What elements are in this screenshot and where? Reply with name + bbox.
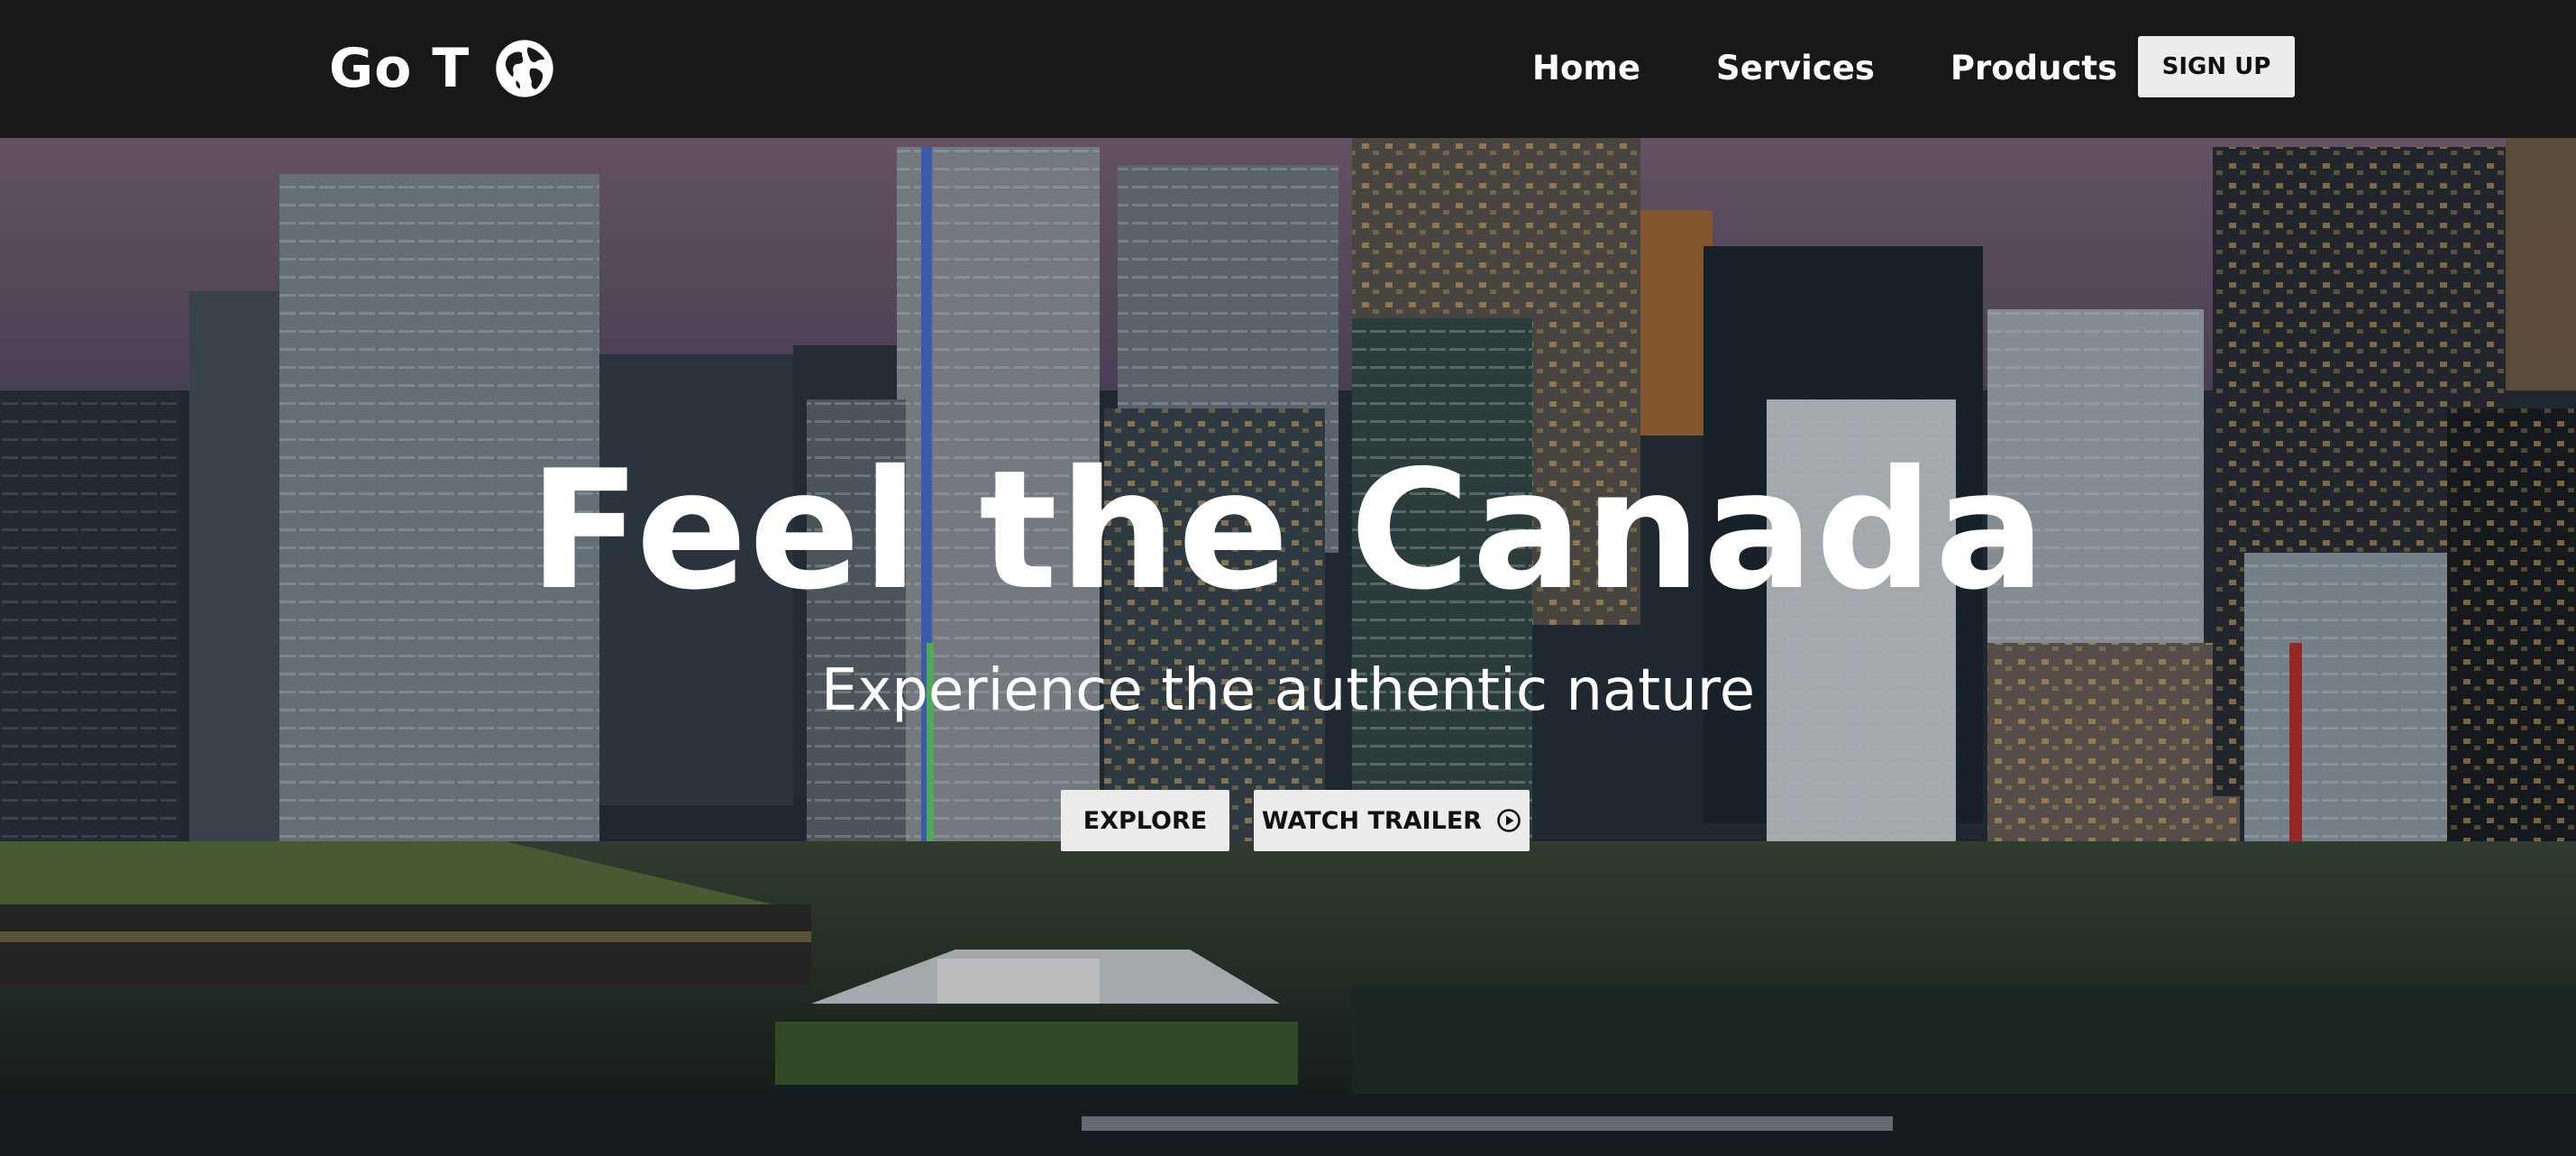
- hero-overlay: [0, 138, 2576, 1156]
- explore-button[interactable]: EXPLORE: [1061, 790, 1229, 851]
- watch-trailer-label: WATCH TRAILER: [1261, 806, 1483, 835]
- signup-button[interactable]: SIGN UP: [2138, 36, 2295, 97]
- globe-icon: [496, 40, 553, 97]
- brand-name: Go T: [329, 37, 470, 100]
- watch-trailer-button[interactable]: WATCH TRAILER: [1254, 790, 1530, 851]
- nav-link-services[interactable]: Services: [1716, 34, 1875, 103]
- nav-link-home[interactable]: Home: [1532, 34, 1640, 103]
- hero-title: Feel the Canada: [528, 435, 2048, 626]
- hero-actions: EXPLORE WATCH TRAILER: [1061, 790, 1530, 851]
- hero-section: Feel the Canada Experience the authentic…: [0, 138, 2576, 1156]
- brand-logo[interactable]: Go T: [329, 34, 554, 103]
- page: Go T Home Services Products SIGN UP Feel…: [0, 0, 2576, 1156]
- hero-subtitle: Experience the authentic nature: [820, 657, 1756, 724]
- nav-links: Home Services Products: [1532, 34, 2193, 103]
- navbar: Go T Home Services Products SIGN UP: [0, 0, 2576, 138]
- explore-button-label: EXPLORE: [1082, 806, 1208, 835]
- play-circle-icon: [1497, 809, 1521, 832]
- nav-link-products[interactable]: Products: [1950, 34, 2117, 103]
